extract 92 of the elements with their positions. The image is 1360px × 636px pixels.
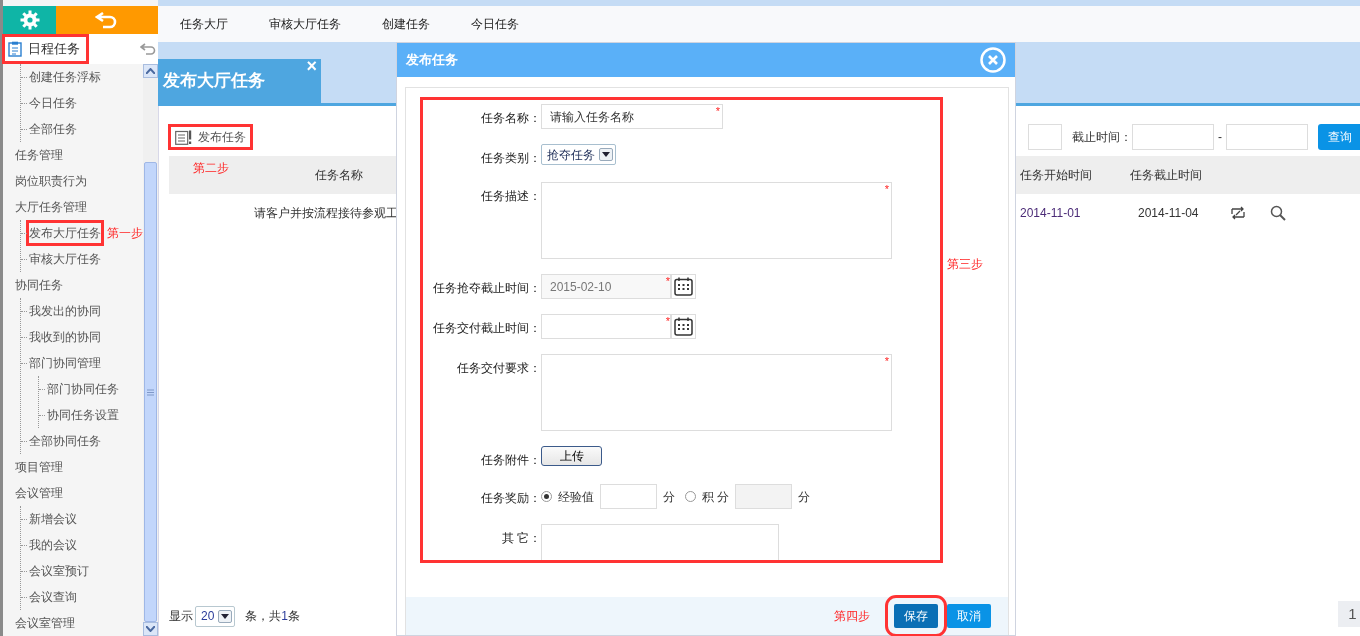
close-icon[interactable] bbox=[980, 47, 1006, 73]
page-size-select[interactable]: 20 bbox=[195, 605, 236, 627]
sidebar-item[interactable]: 会议室管理 bbox=[13, 611, 77, 635]
nav-link[interactable]: 审核大厅任务 bbox=[269, 15, 341, 33]
search-icon[interactable] bbox=[1270, 205, 1286, 221]
range-separator: - bbox=[1218, 129, 1222, 146]
field-label: 其 它： bbox=[500, 530, 541, 547]
sidebar-item[interactable]: 部门协同任务 bbox=[45, 377, 121, 401]
step-note: 第三步 bbox=[946, 256, 983, 273]
sidebar-item[interactable]: 岗位职责行为 bbox=[13, 169, 89, 193]
page-button[interactable]: 1 bbox=[1338, 601, 1360, 627]
field-label: 任务描述： bbox=[480, 188, 541, 205]
back-arrow-icon bbox=[95, 11, 119, 29]
field-label: 任务附件： bbox=[480, 452, 541, 469]
field-label: 截止时间： bbox=[1072, 129, 1132, 146]
upload-button[interactable]: 上传 bbox=[541, 446, 602, 466]
required-mark: * bbox=[884, 356, 889, 367]
nav-link[interactable]: 创建任务 bbox=[382, 15, 430, 33]
sidebar-item[interactable]: 协同任务设置 bbox=[45, 403, 121, 427]
sidebar-item[interactable]: 会议查询 bbox=[27, 585, 79, 609]
text-area[interactable] bbox=[541, 524, 779, 560]
required-mark: * bbox=[665, 316, 670, 327]
required-mark: * bbox=[715, 106, 720, 117]
sidebar-item[interactable]: 今日任务 bbox=[27, 91, 79, 115]
sidebar-item[interactable]: 我的会议 bbox=[27, 533, 79, 557]
table-cell-text: 请客户并按流程接待参观工 bbox=[254, 205, 398, 222]
publish-button[interactable]: 发布任务 bbox=[169, 125, 252, 149]
required-mark: * bbox=[665, 276, 670, 287]
text-area[interactable] bbox=[541, 182, 892, 259]
sidebar-item[interactable]: 创建任务浮标 bbox=[27, 65, 103, 89]
save-button[interactable]: 保存 bbox=[894, 604, 938, 628]
text-area[interactable] bbox=[541, 354, 892, 431]
nav-link[interactable]: 今日任务 bbox=[471, 15, 519, 33]
sidebar-item[interactable]: 发布大厅任务 bbox=[27, 221, 103, 245]
sidebar-item[interactable]: 会议室预订 bbox=[27, 559, 91, 583]
step-note: 第二步 bbox=[193, 160, 229, 177]
column-header: 任务截止时间 bbox=[1130, 167, 1202, 184]
return-arrow-icon[interactable] bbox=[140, 43, 156, 55]
date-field[interactable] bbox=[1226, 124, 1308, 150]
calendar-icon[interactable] bbox=[674, 277, 693, 296]
sidebar-item[interactable]: 我发出的协同 bbox=[27, 299, 103, 323]
dropdown-arrow-icon bbox=[602, 152, 610, 157]
page-tab-title: 发布大厅任务 bbox=[163, 70, 265, 93]
clipboard-icon bbox=[8, 41, 22, 57]
sidebar-item[interactable]: 项目管理 bbox=[13, 455, 65, 479]
calendar-icon[interactable] bbox=[674, 317, 693, 336]
sidebar-item[interactable]: 审核大厅任务 bbox=[27, 247, 103, 271]
table-cell: 2014-11-04 bbox=[1138, 206, 1199, 220]
sidebar-item[interactable]: 部门协同管理 bbox=[27, 351, 103, 375]
field-label: 任务交付要求： bbox=[456, 360, 541, 377]
radio-button[interactable] bbox=[685, 491, 696, 502]
unit-label: 分 bbox=[798, 488, 811, 506]
pagination-text: 显示 bbox=[169, 608, 193, 625]
points-field[interactable] bbox=[600, 484, 657, 509]
swap-icon[interactable] bbox=[1230, 205, 1246, 221]
sidebar-item[interactable]: 我收到的协同 bbox=[27, 325, 103, 349]
column-header: 任务名称 bbox=[315, 168, 363, 182]
column-header: 任务开始时间 bbox=[1020, 167, 1092, 184]
dropdown-arrow-icon bbox=[221, 613, 230, 619]
sidebar-item[interactable]: 大厅任务管理 bbox=[13, 195, 89, 219]
sidebar-item[interactable]: 协同任务 bbox=[13, 273, 65, 297]
field-label: 任务抢夺截止时间： bbox=[432, 280, 541, 297]
step-note: 第四步 bbox=[834, 608, 870, 625]
document-icon bbox=[175, 129, 192, 145]
option-label: 积 分 bbox=[702, 488, 730, 506]
table-cell: 2014-11-01 bbox=[1020, 206, 1081, 220]
date-field[interactable] bbox=[1132, 124, 1214, 150]
unit-label: 分 bbox=[663, 488, 675, 506]
gear-icon bbox=[19, 10, 40, 30]
sidebar-item[interactable]: 任务管理 bbox=[13, 143, 65, 167]
field-label: 任务交付截止时间： bbox=[432, 320, 541, 337]
sidebar-item[interactable]: 全部协同任务 bbox=[27, 429, 103, 453]
required-mark: * bbox=[884, 184, 889, 195]
dialog-title: 发布任务 bbox=[406, 51, 458, 70]
back-button[interactable] bbox=[56, 6, 158, 34]
sidebar-item[interactable]: 会议管理 bbox=[13, 481, 65, 505]
sidebar-item[interactable]: 新增会议 bbox=[27, 507, 79, 531]
option-label: 经验值 bbox=[558, 488, 594, 506]
date-field[interactable] bbox=[541, 314, 671, 339]
grip-icon bbox=[147, 388, 154, 396]
step-note: 第一步 bbox=[107, 225, 143, 242]
date-field[interactable] bbox=[1028, 124, 1062, 150]
settings-button[interactable] bbox=[3, 6, 56, 34]
category-select[interactable]: 抢夺任务 bbox=[541, 144, 616, 165]
pagination-text: 条，共1条 bbox=[245, 608, 301, 625]
field-label: 任务类别： bbox=[480, 150, 541, 167]
nav-link[interactable]: 任务大厅 bbox=[180, 15, 228, 33]
field-label: 任务名称： bbox=[480, 110, 541, 127]
radio-button[interactable] bbox=[541, 491, 552, 502]
sidebar-item[interactable]: 全部任务 bbox=[27, 117, 79, 141]
scrollbar[interactable] bbox=[143, 64, 158, 636]
field-label: 任务奖励： bbox=[480, 490, 541, 507]
